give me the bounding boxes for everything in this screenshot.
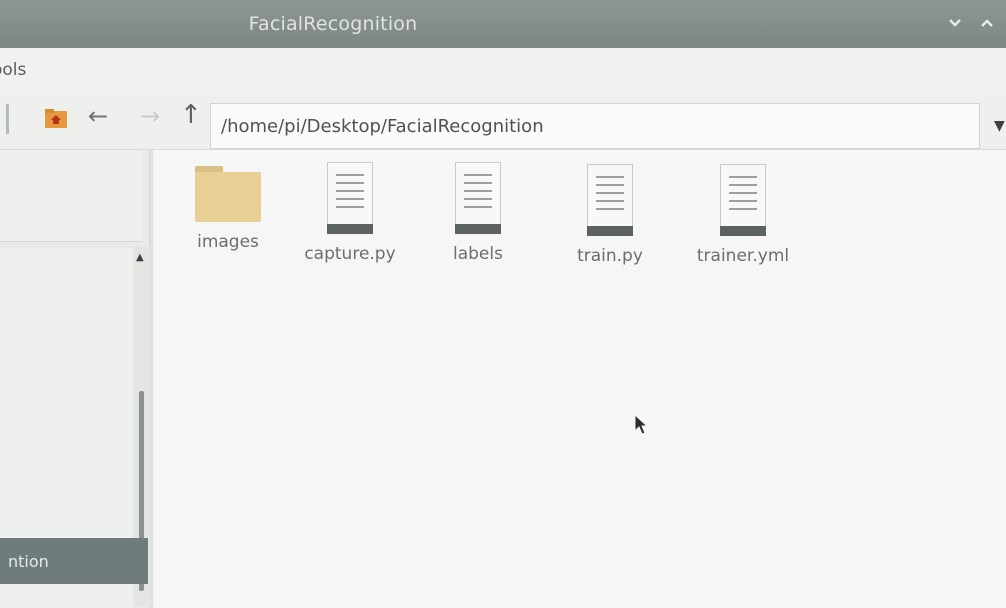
path-input[interactable] — [221, 115, 979, 137]
document-icon — [327, 162, 373, 234]
file-label: trainer.yml — [696, 246, 790, 266]
file-item-train-py[interactable]: train.py — [550, 164, 670, 266]
folder-icon — [195, 164, 261, 222]
sidebar-places — [0, 150, 142, 242]
file-label: labels — [453, 244, 503, 264]
menu-tools[interactable]: ools — [0, 58, 26, 80]
toolbar-separator — [6, 104, 9, 134]
file-item-trainer-yml[interactable]: trainer.yml — [683, 164, 803, 266]
window-title: FacialRecognition — [248, 13, 418, 35]
file-label: images — [197, 232, 259, 252]
menu-bar: ools — [0, 48, 1006, 90]
file-item-images[interactable]: images — [168, 164, 288, 252]
file-item-capture-py[interactable]: capture.py — [290, 162, 410, 264]
chevron-down-icon[interactable]: ▼ — [994, 118, 1005, 134]
file-label: capture.py — [304, 244, 396, 264]
path-bar[interactable] — [210, 103, 980, 149]
minimize-button[interactable] — [946, 12, 964, 34]
back-arrow-icon[interactable]: ← — [88, 104, 108, 128]
forward-arrow-icon[interactable]: → — [140, 104, 160, 128]
maximize-button[interactable] — [978, 12, 996, 34]
sidebar: ▲ ntion — [0, 150, 150, 608]
sidebar-item-selected[interactable]: ntion — [0, 538, 148, 584]
file-item-labels[interactable]: labels — [418, 162, 538, 264]
up-arrow-icon[interactable]: ↑ — [180, 102, 202, 128]
home-icon[interactable] — [44, 108, 68, 130]
document-icon — [720, 164, 766, 236]
mouse-cursor-icon — [634, 413, 650, 436]
file-view: images capture.py labels train.py traine… — [150, 150, 1006, 608]
document-icon — [587, 164, 633, 236]
document-icon — [455, 162, 501, 234]
file-manager-window: FacialRecognition ools ← → ↑ ▼ ▲ — [0, 0, 1006, 608]
file-label: train.py — [577, 246, 643, 266]
title-bar[interactable]: FacialRecognition — [0, 0, 1006, 48]
window-controls — [946, 12, 996, 34]
scroll-up-icon[interactable]: ▲ — [136, 252, 144, 263]
